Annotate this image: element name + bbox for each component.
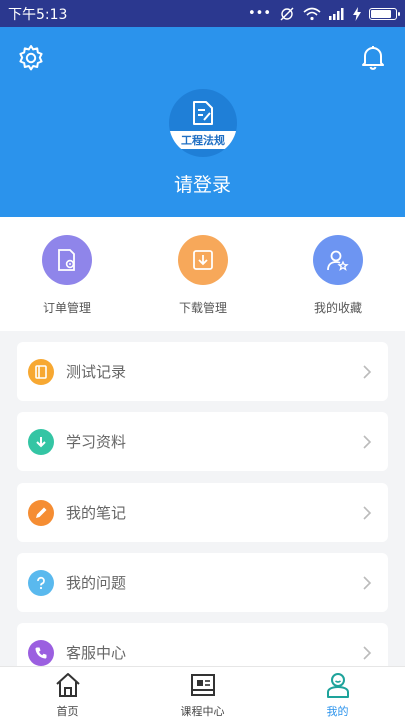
tab-course-center-label: 课程中心 — [180, 705, 225, 718]
favorites-label: 我的收藏 — [313, 301, 362, 315]
tab-mine-label: 我的 — [326, 705, 349, 718]
bottom-tab-bar: 首页 课程中心 我的 — [0, 666, 405, 720]
home-icon — [55, 673, 80, 697]
chevron-right-icon — [363, 434, 372, 449]
course-icon — [190, 674, 215, 696]
status-time: 下午5:13 — [8, 6, 68, 23]
menu-item-my-questions[interactable]: 我的问题 — [17, 553, 388, 612]
tab-course-center[interactable]: 课程中心 — [135, 667, 270, 720]
tab-home-label: 首页 — [56, 705, 79, 718]
notebook-icon — [28, 358, 54, 385]
chevron-right-icon — [363, 575, 372, 590]
order-management-label: 订单管理 — [42, 301, 91, 315]
bell-icon[interactable] — [359, 43, 387, 71]
order-management-button[interactable]: 订单管理 — [17, 235, 117, 316]
pencil-icon — [28, 499, 54, 526]
profile-header: 工程法规 请登录 — [0, 27, 405, 217]
charging-icon — [353, 6, 361, 21]
profile-icon — [326, 673, 349, 698]
favorites-button[interactable]: 我的收藏 — [288, 235, 388, 316]
question-icon — [28, 569, 54, 596]
chevron-right-icon — [363, 505, 372, 520]
phone-icon — [28, 639, 54, 666]
sync-off-icon — [280, 7, 294, 20]
battery-icon — [369, 7, 400, 20]
menu-item-label: 测试记录 — [66, 363, 127, 381]
wifi-icon — [303, 7, 321, 20]
menu-item-label: 我的笔记 — [66, 504, 127, 522]
avatar[interactable]: 工程法规 — [169, 89, 237, 157]
chevron-right-icon — [363, 364, 372, 379]
chevron-right-icon — [363, 645, 372, 660]
order-doc-gear-icon — [42, 235, 92, 285]
quick-actions-panel: 订单管理 下载管理 我的收藏 — [0, 217, 405, 331]
tab-home[interactable]: 首页 — [0, 667, 135, 720]
download-icon — [178, 235, 228, 285]
menu-item-my-notes[interactable]: 我的笔记 — [17, 483, 388, 542]
menu-item-label: 我的问题 — [66, 574, 127, 592]
menu-item-test-records[interactable]: 测试记录 — [17, 342, 388, 401]
download-management-label: 下载管理 — [178, 301, 227, 315]
tab-mine[interactable]: 我的 — [270, 667, 405, 720]
download-arrow-icon — [28, 428, 54, 455]
menu-item-study-materials[interactable]: 学习资料 — [17, 412, 388, 471]
signal-icon — [329, 7, 344, 20]
login-button[interactable]: 请登录 — [0, 170, 405, 197]
gear-icon[interactable] — [17, 44, 45, 72]
status-bar: 下午5:13 ••• — [0, 0, 405, 27]
status-icons: ••• — [247, 6, 400, 22]
avatar-caption: 工程法规 — [169, 131, 237, 149]
more-dots-icon: ••• — [247, 6, 271, 21]
menu-item-label: 客服中心 — [66, 644, 127, 662]
download-management-button[interactable]: 下载管理 — [153, 235, 253, 316]
menu-item-label: 学习资料 — [66, 433, 127, 451]
user-star-icon — [313, 235, 363, 285]
document-edit-icon — [193, 101, 213, 125]
